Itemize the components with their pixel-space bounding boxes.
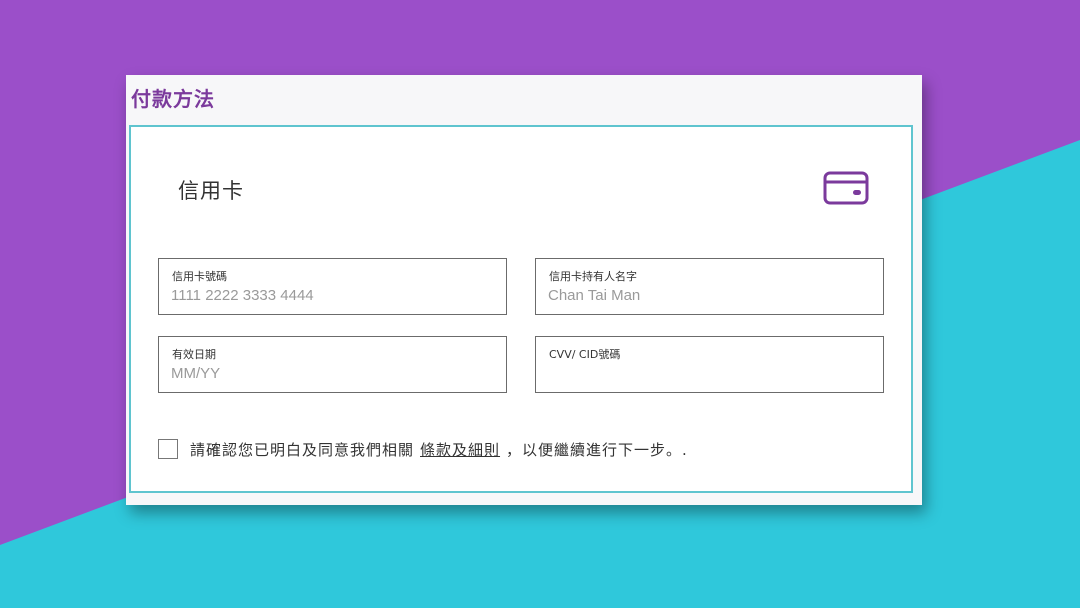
cvv-input[interactable] — [548, 365, 868, 382]
expiry-date-label: 有效日期 — [172, 348, 216, 361]
card-number-label: 信用卡號碼 — [172, 270, 227, 283]
card-heading: 信用卡 — [178, 179, 244, 203]
card-number-input[interactable] — [171, 287, 491, 304]
panel-title: 付款方法 — [131, 87, 215, 111]
terms-checkbox[interactable] — [158, 439, 178, 459]
cardholder-name-label: 信用卡持有人名字 — [549, 270, 637, 283]
cardholder-name-field[interactable]: 信用卡持有人名字 — [535, 258, 884, 315]
cardholder-name-input[interactable] — [548, 287, 868, 304]
payment-method-panel: 付款方法 信用卡 信用卡號碼 信用卡持有人名字 有效日期 CVV/ CID號碼 — [126, 75, 922, 505]
consent-text-after: ，以便繼續進行下一步。. — [506, 440, 688, 459]
expiry-date-field[interactable]: 有效日期 — [158, 336, 507, 393]
expiry-date-input[interactable] — [171, 365, 491, 382]
credit-card-section: 信用卡 信用卡號碼 信用卡持有人名字 有效日期 CVV/ CID號碼 請確認您已… — [129, 125, 913, 493]
cvv-field[interactable]: CVV/ CID號碼 — [535, 336, 884, 393]
terms-link[interactable]: 條款及細則 — [420, 441, 500, 459]
terms-consent: 請確認您已明白及同意我們相關 條款及細則 ，以便繼續進行下一步。. — [158, 437, 688, 461]
cvv-label: CVV/ CID號碼 — [549, 348, 621, 361]
credit-card-icon — [823, 171, 869, 205]
card-number-field[interactable]: 信用卡號碼 — [158, 258, 507, 315]
consent-text: 請確認您已明白及同意我們相關 條款及細則 ，以便繼續進行下一步。. — [190, 439, 688, 460]
consent-text-before: 請確認您已明白及同意我們相關 — [190, 440, 415, 459]
